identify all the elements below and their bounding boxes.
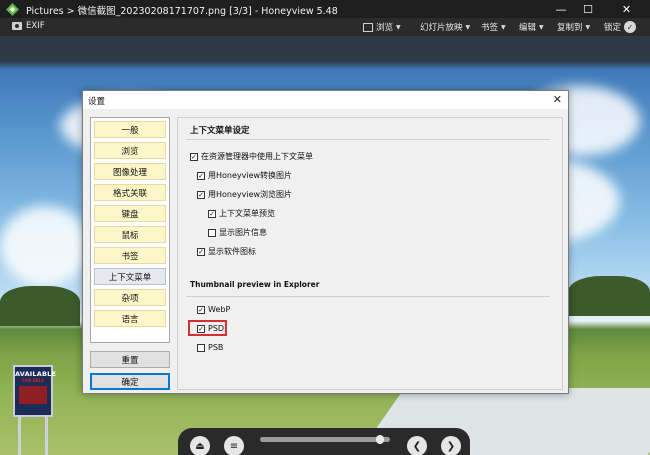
chevron-down-icon: ▼ bbox=[465, 23, 471, 31]
browse-menu-label: 浏览 bbox=[376, 23, 394, 33]
chevron-down-icon: ▼ bbox=[501, 23, 506, 31]
for-sale-sign: AVAILABLE FOR SALE bbox=[13, 365, 57, 417]
nav-item-language[interactable]: 语言 bbox=[94, 310, 166, 327]
bottom-navigation-bar: ⏏ ≡ ❮ ❯ bbox=[178, 428, 470, 455]
cloud-shape bbox=[0, 206, 90, 286]
previous-image-button[interactable]: ❮ bbox=[407, 436, 427, 455]
psb-checkbox[interactable] bbox=[197, 343, 205, 352]
sign-post bbox=[18, 415, 21, 455]
show-image-info-checkbox[interactable] bbox=[208, 228, 216, 237]
webp-checkbox[interactable]: ✓ bbox=[197, 305, 205, 314]
psb-label: PSB bbox=[208, 343, 224, 352]
ok-button[interactable]: 确定 bbox=[90, 373, 170, 390]
edit-menu[interactable]: 编辑 ▼ bbox=[519, 21, 544, 33]
context-menu-section-title: 上下文菜单设定 bbox=[190, 126, 250, 136]
next-image-button[interactable]: ❯ bbox=[441, 436, 461, 455]
sign-red-panel bbox=[19, 386, 47, 404]
browse-with-option[interactable]: ✓ 用Honeyview浏览图片 bbox=[197, 189, 292, 200]
nav-item-image-processing[interactable]: 图像处理 bbox=[94, 163, 166, 180]
maximize-button[interactable]: ☐ bbox=[575, 0, 601, 18]
lock-toggle[interactable]: 锁定 ✓ bbox=[604, 21, 637, 33]
lock-label: 锁定 bbox=[604, 23, 622, 33]
show-software-icon-checkbox[interactable]: ✓ bbox=[197, 247, 205, 256]
divider bbox=[186, 296, 550, 297]
treeline bbox=[568, 276, 650, 316]
slideshow-menu[interactable]: 幻灯片放映 ▼ bbox=[420, 21, 470, 33]
check-circle-icon: ✓ bbox=[624, 21, 637, 33]
nav-item-context-menu[interactable]: 上下文菜单 bbox=[94, 268, 166, 285]
edit-menu-label: 编辑 bbox=[519, 23, 537, 33]
nav-item-browse[interactable]: 浏览 bbox=[94, 142, 166, 159]
settings-content-panel: 上下文菜单设定 ✓ 在资源管理器中使用上下文菜单 ✓ 用Honeyview转换图… bbox=[177, 117, 563, 390]
use-context-menu-label: 在资源管理器中使用上下文菜单 bbox=[201, 152, 313, 161]
sign-post bbox=[45, 415, 48, 455]
copy-to-menu[interactable]: 复制到 ▼ bbox=[557, 21, 590, 33]
context-preview-option[interactable]: ✓ 上下文菜单预览 bbox=[208, 208, 275, 219]
convert-with-option[interactable]: ✓ 用Honeyview转换图片 bbox=[197, 170, 292, 181]
browse-menu[interactable]: 浏览 ▼ bbox=[363, 21, 401, 33]
position-slider[interactable] bbox=[260, 435, 390, 444]
copy-to-menu-label: 复制到 bbox=[557, 23, 583, 33]
convert-with-label: 用Honeyview转换图片 bbox=[208, 171, 293, 180]
browse-with-label: 用Honeyview浏览图片 bbox=[208, 190, 293, 199]
viewer-toolbar: EXIF 浏览 ▼ 幻灯片放映 ▼ 书签 ▼ 编辑 ▼ 复制到 ▼ 锁定 ✓ bbox=[0, 18, 650, 36]
exif-label: EXIF bbox=[26, 21, 45, 31]
convert-with-checkbox[interactable]: ✓ bbox=[197, 171, 205, 180]
dialog-title: 设置 bbox=[88, 97, 106, 107]
context-preview-label: 上下文菜单预览 bbox=[219, 209, 275, 218]
nav-item-general[interactable]: 一般 bbox=[94, 121, 166, 138]
show-software-icon-option[interactable]: ✓ 显示软件图标 bbox=[197, 246, 256, 257]
nav-item-file-association[interactable]: 格式关联 bbox=[94, 184, 166, 201]
sign-line-1: AVAILABLE bbox=[15, 370, 57, 378]
show-software-icon-label: 显示软件图标 bbox=[208, 247, 256, 256]
context-preview-checkbox[interactable]: ✓ bbox=[208, 209, 216, 218]
settings-dialog: 设置 ✕ 一般 浏览 图像处理 格式关联 键盘 鼠标 书签 上下文菜单 杂项 语… bbox=[82, 90, 569, 394]
window-title: Pictures > 微信截图_20230208171707.png [3/3]… bbox=[26, 6, 338, 17]
eject-button[interactable]: ⏏ bbox=[190, 436, 210, 455]
exif-button[interactable]: EXIF bbox=[12, 21, 45, 31]
menu-button[interactable]: ≡ bbox=[224, 436, 244, 455]
chevron-left-icon: ❮ bbox=[412, 440, 422, 452]
bookmark-menu[interactable]: 书签 ▼ bbox=[481, 21, 506, 33]
eject-icon: ⏏ bbox=[195, 440, 205, 452]
chevron-down-icon: ▼ bbox=[539, 23, 544, 31]
nav-item-keyboard[interactable]: 键盘 bbox=[94, 205, 166, 222]
psd-highlight-box bbox=[188, 320, 227, 336]
honeyview-app-icon bbox=[6, 3, 19, 16]
use-context-menu-option[interactable]: ✓ 在资源管理器中使用上下文菜单 bbox=[190, 151, 313, 162]
nav-item-bookmark[interactable]: 书签 bbox=[94, 247, 166, 264]
divider bbox=[186, 139, 550, 140]
treeline bbox=[0, 286, 80, 326]
slider-thumb[interactable] bbox=[375, 435, 384, 444]
chevron-down-icon: ▼ bbox=[585, 23, 591, 31]
thumbnail-section-title: Thumbnail preview in Explorer bbox=[190, 280, 320, 289]
camera-icon bbox=[12, 22, 22, 30]
show-image-info-label: 显示图片信息 bbox=[219, 228, 267, 237]
close-window-button[interactable]: ✕ bbox=[603, 0, 650, 18]
window-titlebar: Pictures > 微信截图_20230208171707.png [3/3]… bbox=[0, 0, 650, 18]
webp-label: WebP bbox=[208, 305, 231, 314]
dialog-close-button[interactable]: ✕ bbox=[553, 93, 562, 106]
dialog-titlebar: 设置 ✕ bbox=[83, 91, 568, 109]
slideshow-menu-label: 幻灯片放映 bbox=[420, 23, 463, 33]
menu-icon: ≡ bbox=[229, 440, 239, 452]
browse-icon bbox=[363, 22, 373, 32]
chevron-down-icon: ▼ bbox=[396, 23, 401, 31]
nav-item-mouse[interactable]: 鼠标 bbox=[94, 226, 166, 243]
minimize-button[interactable]: — bbox=[548, 0, 574, 18]
reset-button[interactable]: 重置 bbox=[90, 351, 170, 368]
use-context-menu-checkbox[interactable]: ✓ bbox=[190, 152, 198, 161]
browse-with-checkbox[interactable]: ✓ bbox=[197, 190, 205, 199]
sign-line-2: FOR SALE bbox=[22, 378, 44, 383]
chevron-right-icon: ❯ bbox=[446, 440, 456, 452]
psb-option[interactable]: PSB bbox=[197, 343, 223, 352]
nav-item-misc[interactable]: 杂项 bbox=[94, 289, 166, 306]
settings-nav-list: 一般 浏览 图像处理 格式关联 键盘 鼠标 书签 上下文菜单 杂项 语言 bbox=[90, 117, 170, 343]
bookmark-menu-label: 书签 bbox=[481, 23, 499, 33]
webp-option[interactable]: ✓ WebP bbox=[197, 305, 230, 314]
show-image-info-option[interactable]: 显示图片信息 bbox=[208, 227, 267, 238]
